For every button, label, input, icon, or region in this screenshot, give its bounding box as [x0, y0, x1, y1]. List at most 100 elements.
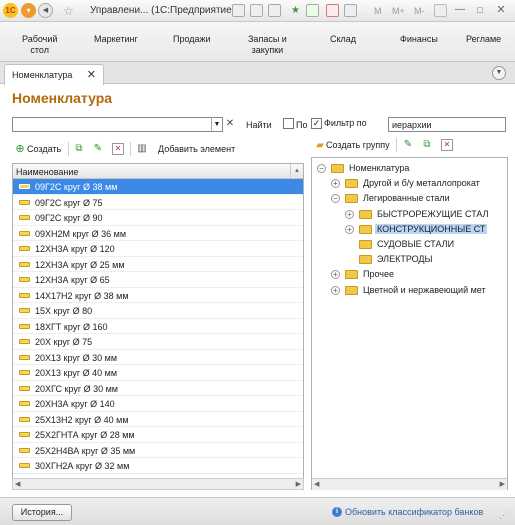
section-finance[interactable]: Финансы: [400, 34, 438, 45]
maximize-icon[interactable]: □: [472, 4, 488, 17]
tree-item[interactable]: − Номенклатура: [312, 161, 507, 176]
list-item[interactable]: 09ХН2М круг Ø 36 мм: [13, 226, 303, 241]
copy-item-icon[interactable]: ⧉: [73, 143, 85, 155]
add-favorite-icon[interactable]: ★: [288, 3, 303, 18]
list-item[interactable]: 25Х13Н2 круг Ø 40 мм: [13, 412, 303, 427]
tree-edit-pencil-icon[interactable]: ✎: [402, 139, 414, 151]
tab-menu-chevron-icon[interactable]: ▼: [492, 66, 506, 80]
app-logo-icon[interactable]: 1С: [3, 3, 18, 18]
list-item[interactable]: 25Х2ГНТА круг Ø 28 мм: [13, 427, 303, 443]
tree-item[interactable]: − Легированные стали: [312, 191, 507, 206]
print-icon[interactable]: [250, 4, 263, 17]
barcode-icon[interactable]: ▥: [136, 143, 148, 155]
tree-item[interactable]: + КОНСТРУКЦИОННЫЕ СТ: [312, 222, 507, 237]
copy-icon[interactable]: [268, 4, 281, 17]
delete-icon[interactable]: ✕: [112, 143, 124, 155]
update-bank-classifier-link[interactable]: Обновить классификатор банков: [345, 507, 483, 517]
list-item[interactable]: 20Х круг Ø 75: [13, 334, 303, 350]
history-button[interactable]: История...: [12, 504, 72, 521]
link-icon[interactable]: [306, 4, 319, 17]
favorites-star-icon[interactable]: ☆: [61, 3, 76, 18]
filter-value-field[interactable]: иерархии: [388, 117, 506, 132]
tree-item[interactable]: + Цветной и нержавеющий мет: [312, 283, 507, 298]
page-title: Номенклатура: [12, 90, 113, 106]
list-item[interactable]: 20ХГС круг Ø 30 мм: [13, 381, 303, 396]
tree-delete-icon[interactable]: ✕: [441, 139, 453, 151]
tree-item[interactable]: + Прочее: [312, 267, 507, 282]
tree-item[interactable]: + БЫСТРОРЕЖУЩИЕ СТАЛ: [312, 207, 507, 222]
group-tree[interactable]: − Номенклатура + Другой и б/у металлопрокат…: [311, 157, 508, 490]
tree-item[interactable]: СУДОВЫЕ СТАЛИ: [312, 237, 507, 252]
close-window-icon[interactable]: ✕: [492, 4, 510, 17]
resize-grip-icon[interactable]: ⋰: [499, 510, 508, 521]
minimize-icon[interactable]: —: [452, 4, 468, 17]
scroll-up-icon[interactable]: ▲: [290, 164, 303, 179]
list-item[interactable]: 09Г2С круг Ø 38 мм: [13, 179, 303, 195]
list-item[interactable]: 25Х2Н4ВА круг Ø 35 мм: [13, 443, 303, 458]
search-scope-checkbox[interactable]: [283, 118, 294, 129]
tree-collapse-icon[interactable]: −: [331, 194, 340, 204]
tab-nomenclature[interactable]: Номенклатура ✕: [4, 64, 104, 85]
list-item[interactable]: 20Х13 круг Ø 30 мм: [13, 350, 303, 365]
item-icon: [19, 401, 30, 406]
section-sales[interactable]: Продажи: [173, 34, 211, 45]
list-item[interactable]: 18ХГТ круг Ø 160: [13, 319, 303, 334]
create-button[interactable]: Создать: [27, 144, 61, 154]
list-horizontal-scrollbar[interactable]: ◀ ▶: [12, 478, 304, 490]
item-icon: [19, 215, 30, 220]
tree-scroll-right-icon[interactable]: ▶: [500, 480, 505, 488]
list-item[interactable]: 12ХН3А круг Ø 25 мм: [13, 257, 303, 272]
save-icon[interactable]: [232, 4, 245, 17]
section-desktop[interactable]: Рабочий стол: [22, 34, 57, 56]
list-item[interactable]: 30ХГН2А круг Ø 32 мм: [13, 458, 303, 474]
list-item[interactable]: 09Г2С круг Ø 90: [13, 210, 303, 226]
search-dropdown-icon[interactable]: ▼: [211, 117, 223, 132]
column-header-name[interactable]: Наименование ▲: [13, 164, 303, 179]
list-item[interactable]: 15Х круг Ø 80: [13, 303, 303, 319]
tree-collapse-icon[interactable]: −: [317, 164, 326, 173]
tree-expand-icon[interactable]: +: [345, 209, 354, 219]
search-clear-icon[interactable]: ✕: [224, 117, 236, 132]
search-input[interactable]: [12, 117, 223, 132]
tree-copy-icon[interactable]: ⧉: [421, 139, 433, 151]
list-item[interactable]: 09Г2С круг Ø 75: [13, 195, 303, 210]
section-stock-purchases[interactable]: Запасы и закупки: [248, 34, 287, 56]
edit-pencil-icon[interactable]: ✎: [92, 143, 104, 155]
create-group-button[interactable]: Создать группу: [326, 140, 390, 150]
scroll-left-icon[interactable]: ◀: [15, 480, 20, 488]
calculator-icon[interactable]: [344, 4, 357, 17]
tree-item-label: КОНСТРУКЦИОННЫЕ СТ: [375, 223, 488, 234]
tree-horizontal-scrollbar[interactable]: ◀ ▶: [312, 478, 507, 490]
tab-close-icon[interactable]: ✕: [87, 68, 96, 81]
list-item[interactable]: 20Х13 круг Ø 40 мм: [13, 365, 303, 381]
scroll-right-icon[interactable]: ▶: [296, 480, 301, 488]
memory-m-button[interactable]: M: [374, 6, 382, 16]
folder-icon: [345, 179, 358, 189]
calendar-icon[interactable]: [326, 4, 339, 17]
list-item[interactable]: 20ХН3А круг Ø 140: [13, 396, 303, 412]
tree-item[interactable]: ЭЛЕКТРОДЫ: [312, 252, 507, 267]
memory-minus-button[interactable]: M-: [414, 6, 425, 16]
main-menu-icon[interactable]: ▾: [21, 3, 36, 18]
tree-expand-icon[interactable]: +: [331, 285, 340, 295]
add-element-button[interactable]: Добавить элемент: [158, 144, 235, 154]
back-arrow-icon[interactable]: ◀: [38, 3, 53, 18]
section-regulated[interactable]: Регламе: [466, 34, 501, 45]
list-item[interactable]: 12ХН3А круг Ø 120: [13, 241, 303, 257]
memory-plus-button[interactable]: M+: [392, 6, 405, 16]
list-item[interactable]: 12ХН3А круг Ø 65: [13, 272, 303, 288]
find-button[interactable]: Найти: [246, 120, 272, 130]
tree-expand-icon[interactable]: +: [331, 179, 340, 189]
section-warehouse[interactable]: Склад: [330, 34, 356, 45]
tree-expand-icon[interactable]: +: [331, 270, 340, 280]
tree-item[interactable]: + Другой и б/у металлопрокат: [312, 176, 507, 191]
item-list[interactable]: Наименование ▲ 09Г2С круг Ø 38 мм 09Г2С к…: [12, 163, 304, 490]
info-icon[interactable]: [434, 4, 447, 17]
tree-item-label: БЫСТРОРЕЖУЩИЕ СТАЛ: [377, 208, 489, 219]
filter-checkbox[interactable]: ✓: [311, 118, 322, 129]
section-marketing[interactable]: Маркетинг: [94, 34, 138, 45]
tree-expand-icon[interactable]: +: [345, 224, 354, 234]
list-item[interactable]: 14Х17Н2 круг Ø 38 мм: [13, 288, 303, 303]
tree-scroll-left-icon[interactable]: ◀: [314, 480, 319, 488]
title-bar: 1С ▾ ◀ ☆ Управлени... (1С:Предприятие) ★…: [0, 0, 515, 22]
